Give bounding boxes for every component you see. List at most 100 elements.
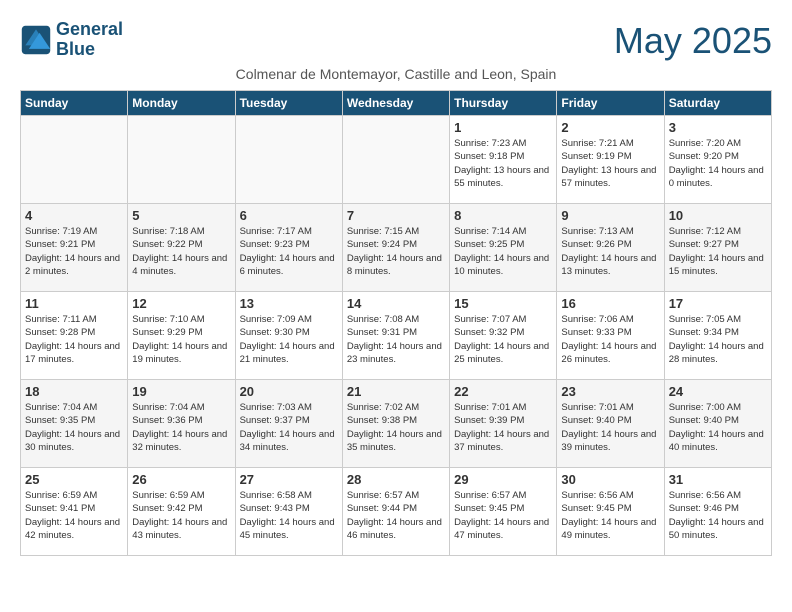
calendar-cell: 4 Sunrise: 7:19 AM Sunset: 9:21 PM Daylig… [21,204,128,292]
day-info: Sunrise: 6:57 AM Sunset: 9:44 PM Dayligh… [347,489,445,542]
calendar-cell: 7 Sunrise: 7:15 AM Sunset: 9:24 PM Daylig… [342,204,449,292]
day-info: Sunrise: 7:01 AM Sunset: 9:39 PM Dayligh… [454,401,552,454]
calendar-cell: 12 Sunrise: 7:10 AM Sunset: 9:29 PM Dayli… [128,292,235,380]
day-info: Sunrise: 6:57 AM Sunset: 9:45 PM Dayligh… [454,489,552,542]
day-info: Sunrise: 6:59 AM Sunset: 9:42 PM Dayligh… [132,489,230,542]
col-friday: Friday [557,91,664,116]
day-info: Sunrise: 7:10 AM Sunset: 9:29 PM Dayligh… [132,313,230,366]
calendar-cell: 13 Sunrise: 7:09 AM Sunset: 9:30 PM Dayli… [235,292,342,380]
calendar-cell: 8Sunrise: 7:14 AM Sunset: 9:25 PM Daylig… [450,204,557,292]
day-number: 4 [25,208,123,223]
calendar-cell [235,116,342,204]
day-info: Sunrise: 7:04 AM Sunset: 9:35 PM Dayligh… [25,401,123,454]
day-number: 18 [25,384,123,399]
day-number: 24 [669,384,767,399]
day-info: Sunrise: 7:11 AM Sunset: 9:28 PM Dayligh… [25,313,123,366]
day-info: Sunrise: 7:14 AM Sunset: 9:25 PM Dayligh… [454,225,552,278]
day-info: Sunrise: 7:09 AM Sunset: 9:30 PM Dayligh… [240,313,338,366]
col-saturday: Saturday [664,91,771,116]
calendar-cell: 9 Sunrise: 7:13 AM Sunset: 9:26 PM Daylig… [557,204,664,292]
calendar-cell: 29 Sunrise: 6:57 AM Sunset: 9:45 PM Dayli… [450,468,557,556]
col-sunday: Sunday [21,91,128,116]
header: General Blue May 2025 [20,20,772,62]
day-number: 20 [240,384,338,399]
day-info: Sunrise: 7:12 AM Sunset: 9:27 PM Dayligh… [669,225,767,278]
day-number: 7 [347,208,445,223]
calendar-cell: 5 Sunrise: 7:18 AM Sunset: 9:22 PM Daylig… [128,204,235,292]
day-number: 5 [132,208,230,223]
calendar-cell: 10 Sunrise: 7:12 AM Sunset: 9:27 PM Dayli… [664,204,771,292]
day-number: 22 [454,384,552,399]
calendar-cell [128,116,235,204]
calendar-cell [21,116,128,204]
week-row-4: 18 Sunrise: 7:04 AM Sunset: 9:35 PM Dayli… [21,380,772,468]
col-wednesday: Wednesday [342,91,449,116]
day-number: 13 [240,296,338,311]
day-number: 1 [454,120,552,135]
day-number: 25 [25,472,123,487]
logo-line1: General [56,19,123,39]
day-info: Sunrise: 7:20 AM Sunset: 9:20 PM Dayligh… [669,137,767,190]
day-number: 10 [669,208,767,223]
day-info: Sunrise: 7:13 AM Sunset: 9:26 PM Dayligh… [561,225,659,278]
logo-text: General Blue [56,20,123,60]
col-monday: Monday [128,91,235,116]
month-title: May 2025 [614,20,772,62]
calendar-cell: 24 Sunrise: 7:00 AM Sunset: 9:40 PM Dayli… [664,380,771,468]
day-number: 31 [669,472,767,487]
day-info: Sunrise: 7:18 AM Sunset: 9:22 PM Dayligh… [132,225,230,278]
week-row-1: 1 Sunrise: 7:23 AM Sunset: 9:18 PM Daylig… [21,116,772,204]
day-number: 23 [561,384,659,399]
day-info: Sunrise: 6:56 AM Sunset: 9:46 PM Dayligh… [669,489,767,542]
title-area: May 2025 [614,20,772,62]
day-info: Sunrise: 7:21 AM Sunset: 9:19 PM Dayligh… [561,137,659,190]
calendar-cell: 1 Sunrise: 7:23 AM Sunset: 9:18 PM Daylig… [450,116,557,204]
day-info: Sunrise: 7:07 AM Sunset: 9:32 PM Dayligh… [454,313,552,366]
subtitle: Colmenar de Montemayor, Castille and Leo… [20,66,772,82]
day-number: 16 [561,296,659,311]
calendar-cell: 20Sunrise: 7:03 AM Sunset: 9:37 PM Dayli… [235,380,342,468]
page: General Blue May 2025 Colmenar de Montem… [0,0,792,576]
day-info: Sunrise: 7:19 AM Sunset: 9:21 PM Dayligh… [25,225,123,278]
day-info: Sunrise: 7:04 AM Sunset: 9:36 PM Dayligh… [132,401,230,454]
day-info: Sunrise: 7:02 AM Sunset: 9:38 PM Dayligh… [347,401,445,454]
week-row-2: 4 Sunrise: 7:19 AM Sunset: 9:21 PM Daylig… [21,204,772,292]
day-info: Sunrise: 6:58 AM Sunset: 9:43 PM Dayligh… [240,489,338,542]
calendar-table: Sunday Monday Tuesday Wednesday Thursday… [20,90,772,556]
day-info: Sunrise: 7:05 AM Sunset: 9:34 PM Dayligh… [669,313,767,366]
day-number: 11 [25,296,123,311]
calendar-cell: 30Sunrise: 6:56 AM Sunset: 9:45 PM Dayli… [557,468,664,556]
calendar-cell: 27 Sunrise: 6:58 AM Sunset: 9:43 PM Dayli… [235,468,342,556]
day-info: Sunrise: 7:15 AM Sunset: 9:24 PM Dayligh… [347,225,445,278]
day-info: Sunrise: 7:23 AM Sunset: 9:18 PM Dayligh… [454,137,552,190]
day-number: 12 [132,296,230,311]
day-number: 14 [347,296,445,311]
col-thursday: Thursday [450,91,557,116]
day-info: Sunrise: 6:59 AM Sunset: 9:41 PM Dayligh… [25,489,123,542]
day-number: 9 [561,208,659,223]
day-number: 27 [240,472,338,487]
calendar-cell: 23 Sunrise: 7:01 AM Sunset: 9:40 PM Dayli… [557,380,664,468]
day-number: 17 [669,296,767,311]
calendar-body: 1 Sunrise: 7:23 AM Sunset: 9:18 PM Daylig… [21,116,772,556]
logo-icon [20,24,52,56]
calendar-cell: 22 Sunrise: 7:01 AM Sunset: 9:39 PM Dayli… [450,380,557,468]
header-row: Sunday Monday Tuesday Wednesday Thursday… [21,91,772,116]
day-info: Sunrise: 7:00 AM Sunset: 9:40 PM Dayligh… [669,401,767,454]
calendar-cell [342,116,449,204]
day-number: 2 [561,120,659,135]
calendar-header: Sunday Monday Tuesday Wednesday Thursday… [21,91,772,116]
day-number: 29 [454,472,552,487]
calendar-cell: 3Sunrise: 7:20 AM Sunset: 9:20 PM Daylig… [664,116,771,204]
logo: General Blue [20,20,123,60]
day-number: 26 [132,472,230,487]
day-number: 30 [561,472,659,487]
calendar-cell: 28Sunrise: 6:57 AM Sunset: 9:44 PM Dayli… [342,468,449,556]
day-number: 19 [132,384,230,399]
calendar-cell: 31 Sunrise: 6:56 AM Sunset: 9:46 PM Dayli… [664,468,771,556]
day-info: Sunrise: 7:06 AM Sunset: 9:33 PM Dayligh… [561,313,659,366]
calendar-cell: 19 Sunrise: 7:04 AM Sunset: 9:36 PM Dayli… [128,380,235,468]
week-row-3: 11 Sunrise: 7:11 AM Sunset: 9:28 PM Dayli… [21,292,772,380]
day-info: Sunrise: 7:01 AM Sunset: 9:40 PM Dayligh… [561,401,659,454]
calendar-cell: 18 Sunrise: 7:04 AM Sunset: 9:35 PM Dayli… [21,380,128,468]
